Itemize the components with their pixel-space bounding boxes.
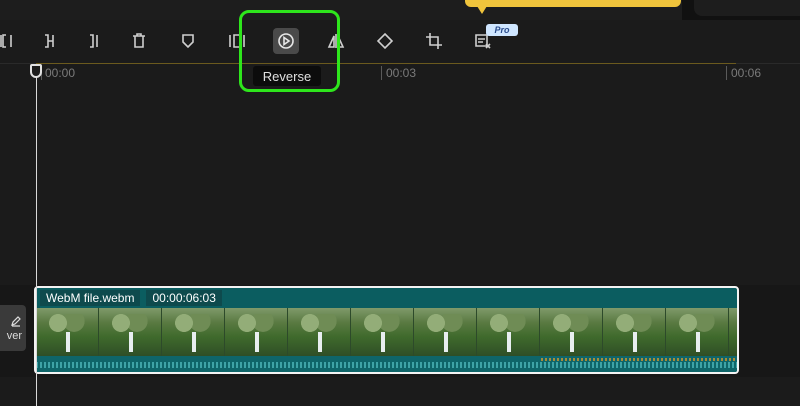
rotate-icon[interactable] <box>372 28 398 54</box>
thumbnail <box>351 308 414 356</box>
thumbnail <box>414 308 477 356</box>
thumbnail <box>540 308 603 356</box>
thumbnail <box>729 308 737 356</box>
highlight-box <box>239 10 340 92</box>
delete-icon[interactable] <box>126 28 152 54</box>
crop-icon[interactable] <box>421 28 447 54</box>
playhead-line <box>36 72 37 406</box>
video-clip[interactable]: WebM file.webm 00:00:06:03 <box>34 286 739 374</box>
top-right-panel <box>694 0 800 16</box>
split-end-icon[interactable] <box>80 28 106 54</box>
cover-label: ver <box>6 329 22 342</box>
mask-icon[interactable] <box>175 28 201 54</box>
audio-waveform <box>36 356 737 372</box>
thumbnail <box>477 308 540 356</box>
split-mid-icon[interactable] <box>36 28 62 54</box>
thumbnail <box>666 308 729 356</box>
cover-button[interactable]: ver <box>0 305 26 351</box>
clip-duration: 00:00:06:03 <box>146 290 222 306</box>
ruler-label-0: 00:00 <box>45 66 76 80</box>
clip-name: WebM file.webm <box>40 290 141 306</box>
clip-header: WebM file.webm 00:00:06:03 <box>36 288 737 308</box>
split-start-icon[interactable] <box>0 28 20 54</box>
ruler-label-3: 00:03 <box>386 66 417 80</box>
thumbnail <box>225 308 288 356</box>
ruler-baseline <box>0 63 800 64</box>
pro-badge: Pro <box>486 24 518 36</box>
clip-thumbnails <box>36 308 737 356</box>
ruler-tick <box>726 66 727 80</box>
ruler-tick <box>381 66 382 80</box>
ruler-label-6: 00:06 <box>731 66 762 80</box>
edit-toolbar <box>0 20 800 64</box>
thumbnail <box>36 308 99 356</box>
thumbnail <box>603 308 666 356</box>
thumbnail <box>162 308 225 356</box>
thumbnail <box>288 308 351 356</box>
thumbnail <box>99 308 162 356</box>
notification-banner[interactable] <box>465 0 681 7</box>
playhead-handle[interactable] <box>30 64 42 78</box>
edit-icon <box>11 315 21 327</box>
